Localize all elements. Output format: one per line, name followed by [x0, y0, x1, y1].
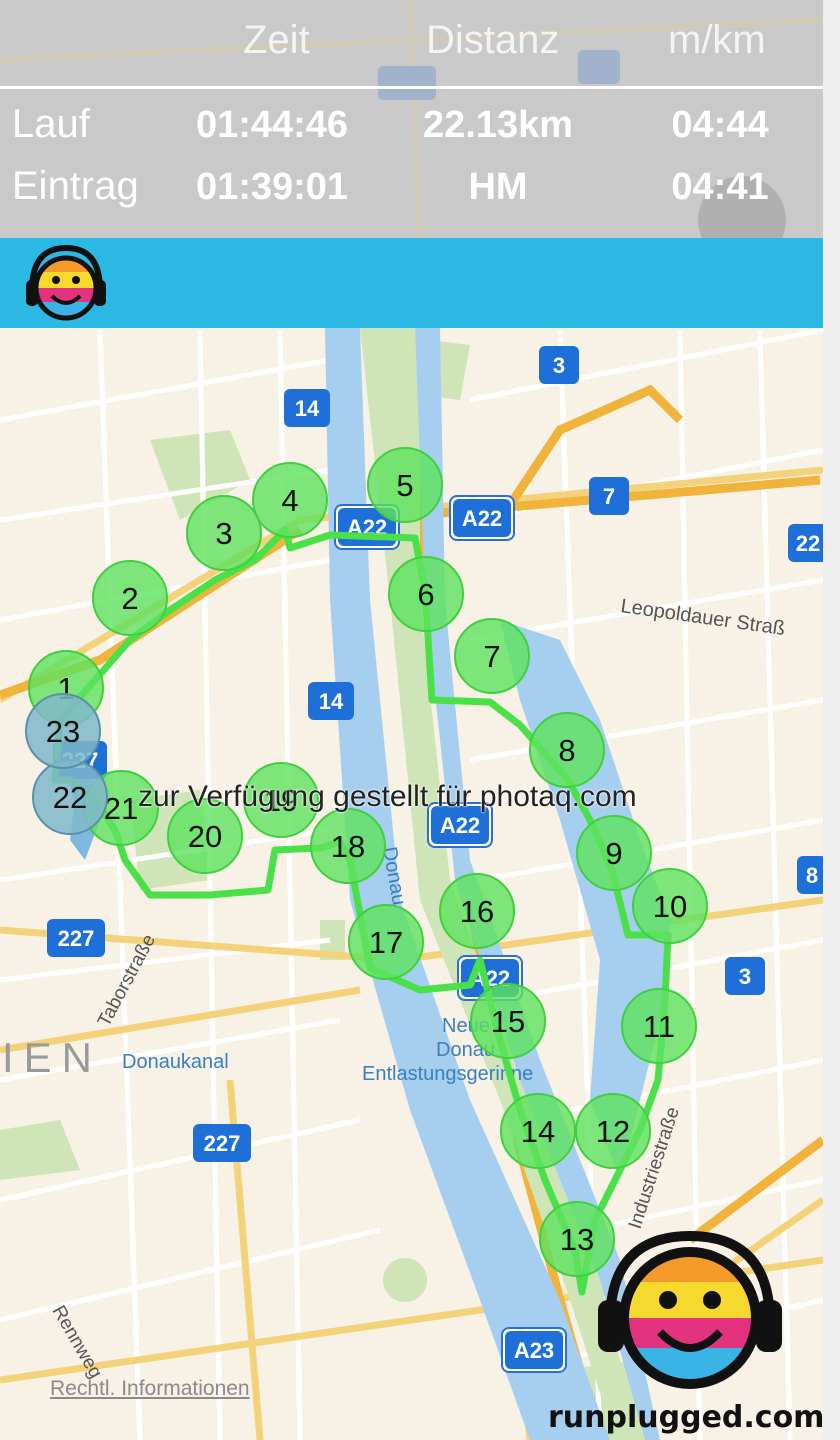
- km-marker-label: 14: [521, 1114, 555, 1149]
- runplugged-banner: [0, 238, 823, 328]
- km-marker-3[interactable]: 3: [186, 495, 262, 571]
- km-marker-label: 20: [188, 819, 222, 854]
- label-donaukanal: Donaukanal: [122, 1051, 229, 1073]
- photo-watermark: zur Verfügung gestellt für photaq.com: [138, 780, 637, 813]
- row-label-lauf: Lauf: [12, 102, 90, 146]
- km-marker-8[interactable]: 8: [529, 712, 605, 788]
- km-marker-label: 5: [396, 468, 413, 503]
- smiley-logo-icon[interactable]: [20, 238, 120, 328]
- km-marker-label: 13: [560, 1222, 594, 1257]
- km-marker-label: 23: [46, 714, 80, 749]
- km-marker-label: 2: [121, 581, 138, 616]
- km-marker-14[interactable]: 14: [500, 1093, 576, 1169]
- km-marker-7[interactable]: 7: [454, 618, 530, 694]
- route-map[interactable]: Leopoldauer Straß Taborstraße Donaukanal…: [0, 328, 823, 1440]
- km-marker-6[interactable]: 6: [388, 556, 464, 632]
- km-marker-13[interactable]: 13: [539, 1201, 615, 1277]
- road-shield-r14a: 14: [284, 389, 330, 427]
- km-marker-2[interactable]: 2: [92, 560, 168, 636]
- km-marker-9[interactable]: 9: [576, 815, 652, 891]
- road-shield-b227b: 227: [193, 1124, 251, 1162]
- road-shield-r8r: 8: [797, 856, 823, 894]
- road-shield-label: 22: [796, 531, 820, 556]
- km-marker-label: 6: [417, 577, 434, 612]
- km-marker-5[interactable]: 5: [367, 447, 443, 523]
- km-marker-label: 7: [483, 639, 500, 674]
- km-marker-label: 21: [104, 791, 138, 826]
- lauf-zeit: 01:44:46: [195, 104, 349, 146]
- km-marker-label: 12: [596, 1114, 630, 1149]
- eintrag-zeit: 01:39:01: [195, 166, 349, 208]
- km-marker-18[interactable]: 18: [310, 808, 386, 884]
- label-wien: IEN: [2, 1034, 102, 1081]
- app: Zeit Distanz m/km Lauf 01:44:46 22.13km …: [0, 0, 840, 1440]
- col-header-pace: m/km: [668, 18, 766, 62]
- road-shield-label: A22: [440, 813, 480, 838]
- road-shield-label: 14: [319, 689, 344, 714]
- brand-url: runplugged.com: [548, 1400, 825, 1435]
- km-marker-label: 10: [653, 889, 687, 924]
- road-shield-r22r: 22: [788, 524, 823, 562]
- road-shield-b227a: 227: [47, 919, 105, 957]
- road-shield-label: 3: [553, 353, 565, 378]
- km-marker-label: 9: [605, 836, 622, 871]
- km-marker-label: 15: [491, 1004, 525, 1039]
- header-divider: [0, 86, 823, 89]
- legal-info-link[interactable]: Rechtl. Informationen: [50, 1377, 250, 1401]
- km-marker-label: 16: [460, 894, 494, 929]
- road-shield-r3b: 3: [725, 957, 765, 995]
- road-shield-label: 14: [295, 396, 320, 421]
- road-shield-label: 227: [58, 926, 95, 951]
- road-shield-a22b: A22: [449, 495, 515, 541]
- road-shield-r3a: 3: [539, 346, 579, 384]
- col-header-zeit: Zeit: [243, 18, 310, 62]
- road-shield-r14b: 14: [308, 682, 354, 720]
- lauf-distanz: 22.13km: [422, 104, 573, 146]
- road-shield-label: A23: [514, 1338, 554, 1363]
- eintrag-pace: 04:41: [671, 166, 769, 208]
- km-marker-10[interactable]: 10: [632, 868, 708, 944]
- km-marker-4[interactable]: 4: [252, 462, 328, 538]
- km-marker-15[interactable]: 15: [470, 983, 546, 1059]
- road-shield-r7: 7: [589, 477, 629, 515]
- road-shield-label: 3: [739, 964, 751, 989]
- eintrag-distanz: HM: [468, 166, 528, 208]
- km-marker-22[interactable]: 22: [32, 759, 108, 835]
- km-marker-label: 3: [215, 516, 232, 551]
- col-header-distanz: Distanz: [426, 18, 560, 62]
- road-shield-label: A22: [462, 506, 502, 531]
- road-shield-label: 8: [806, 863, 818, 888]
- km-marker-label: 11: [643, 1009, 675, 1044]
- map-canvas[interactable]: Leopoldauer Straß Taborstraße Donaukanal…: [0, 328, 823, 1440]
- km-marker-label: 22: [53, 780, 87, 815]
- km-marker-label: 18: [331, 829, 365, 864]
- km-marker-label: 8: [558, 733, 575, 768]
- km-marker-17[interactable]: 17: [348, 904, 424, 980]
- road-shield-a23: A23: [501, 1327, 567, 1373]
- km-marker-label: 17: [369, 925, 403, 960]
- km-marker-label: 4: [281, 483, 298, 518]
- km-marker-11[interactable]: 11: [621, 988, 697, 1064]
- km-marker-12[interactable]: 12: [575, 1093, 651, 1169]
- right-edge-strip: [823, 0, 840, 1440]
- km-marker-16[interactable]: 16: [439, 873, 515, 949]
- row-label-eintrag: Eintrag: [12, 164, 139, 208]
- lauf-pace: 04:44: [671, 104, 769, 146]
- road-shield-label: 227: [204, 1131, 241, 1156]
- run-stats-panel: Zeit Distanz m/km Lauf 01:44:46 22.13km …: [0, 0, 823, 238]
- road-shield-label: 7: [603, 484, 615, 509]
- km-marker-23[interactable]: 23: [25, 693, 101, 769]
